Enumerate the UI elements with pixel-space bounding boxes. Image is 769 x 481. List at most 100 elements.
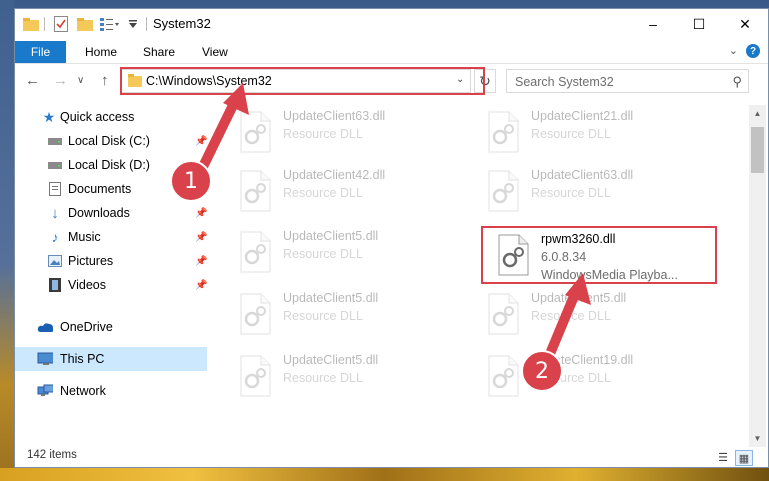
file-type: Resource DLL (283, 247, 363, 261)
minimize-button[interactable]: – (630, 9, 676, 39)
sidebar-item-label: Quick access (60, 110, 135, 124)
vertical-scrollbar[interactable]: ▲ ▼ (749, 105, 766, 447)
file-item[interactable]: UpdateClient21.dll Resource DLL (473, 105, 703, 161)
recent-locations-button[interactable]: ∨ (77, 75, 84, 86)
help-icon[interactable]: ? (746, 44, 760, 58)
pin-icon[interactable]: 📌 (195, 280, 207, 291)
search-placeholder: Search System32 (515, 75, 614, 89)
dll-file-icon (488, 111, 519, 153)
details-view-icon[interactable]: ☰ (715, 450, 731, 464)
title-bar: System32 – ☐ ✕ (15, 9, 768, 39)
explorer-window: System32 – ☐ ✕ File Home Share View ⌄ ? … (14, 8, 769, 468)
scroll-thumb[interactable] (751, 127, 764, 173)
close-button[interactable]: ✕ (722, 9, 768, 39)
properties-icon[interactable] (53, 15, 69, 33)
pictures-icon (47, 254, 63, 268)
maximize-button[interactable]: ☐ (676, 9, 722, 39)
file-name: UpdateClient21.dll (531, 109, 634, 123)
file-item[interactable]: UpdateClient5.dll Resource DLL (225, 225, 455, 281)
dll-file-icon (488, 293, 519, 335)
view-options-icon[interactable] (99, 15, 121, 33)
scroll-up-icon[interactable]: ▲ (749, 105, 766, 122)
file-item[interactable]: UpdateClient5.dll Resource DLL (225, 349, 455, 405)
dll-file-icon (240, 355, 271, 397)
desktop-background-strip (0, 468, 769, 481)
expand-ribbon-icon[interactable]: ⌄ (729, 44, 738, 57)
separator (145, 15, 147, 33)
sidebar-item-label: Network (60, 384, 106, 398)
tab-view[interactable]: View (202, 41, 228, 63)
window-title: System32 (153, 16, 211, 31)
item-count: 142 items (27, 449, 77, 461)
sidebar-item-label: Pictures (68, 254, 114, 268)
sidebar-item-label: This PC (60, 352, 105, 366)
ribbon-tabs: File Home Share View ⌄ ? (15, 39, 768, 64)
sidebar-item-pictures[interactable]: Pictures 📌 (15, 249, 207, 273)
sidebar-item-this-pc[interactable]: This PC (15, 347, 207, 371)
status-bar: 142 items ☰ ▦ (15, 447, 768, 467)
tab-share[interactable]: Share (143, 41, 175, 63)
file-name: UpdateClient5.dll (283, 353, 379, 367)
pin-icon[interactable]: 📌 (195, 256, 207, 267)
dll-file-icon (240, 231, 271, 273)
navigation-pane: ★ Quick access Local Disk (C:) 📌 Local D… (15, 105, 211, 445)
sidebar-item-videos[interactable]: Videos 📌 (15, 273, 207, 297)
sidebar-item-label: Downloads (68, 206, 130, 220)
sidebar-item-quick-access[interactable]: ★ Quick access (15, 105, 207, 129)
tab-file[interactable]: File (15, 41, 66, 63)
documents-icon (47, 182, 63, 196)
search-icon: ⚲ (732, 74, 742, 89)
pin-icon[interactable]: 📌 (195, 232, 207, 243)
pin-icon[interactable]: 📌 (195, 208, 207, 219)
drive-icon (47, 158, 63, 172)
desktop-background (0, 0, 14, 481)
star-icon: ★ (42, 108, 56, 125)
address-highlight-box (120, 67, 485, 95)
file-item[interactable]: UpdateClient5.dll Resource DLL (225, 287, 455, 343)
folder-icon (23, 15, 39, 33)
sidebar-item-label: Documents (68, 182, 132, 196)
sidebar-item-local-disk-c[interactable]: Local Disk (C:) 📌 (15, 129, 207, 153)
back-button[interactable]: ← (25, 72, 40, 89)
sidebar-item-label: Local Disk (D:) (68, 158, 150, 172)
sidebar-item-onedrive[interactable]: OneDrive (15, 315, 207, 339)
sidebar-item-downloads[interactable]: ↓ Downloads 📌 (15, 201, 207, 225)
sidebar-item-label: Music (68, 230, 101, 244)
file-type: Resource DLL (283, 186, 363, 200)
file-name: UpdateClient5.dll (283, 229, 379, 243)
download-icon: ↓ (51, 204, 59, 222)
file-type: Resource DLL (283, 371, 363, 385)
sidebar-item-label: Videos (68, 278, 106, 292)
sidebar-item-label: Local Disk (C:) (68, 134, 150, 148)
dll-file-icon (240, 293, 271, 335)
up-button[interactable]: ↑ (101, 72, 109, 89)
network-icon (37, 384, 53, 398)
dll-file-icon (488, 170, 519, 212)
new-folder-icon[interactable] (77, 15, 93, 33)
cloud-icon (37, 320, 53, 334)
scroll-down-icon[interactable]: ▼ (749, 430, 766, 447)
sidebar-item-label: OneDrive (60, 320, 113, 334)
music-icon: ♪ (51, 229, 59, 245)
file-item[interactable]: UpdateClient63.dll Resource DLL (225, 105, 455, 161)
forward-button[interactable]: → (53, 72, 68, 89)
dll-file-icon (488, 355, 519, 397)
large-icons-view-icon[interactable]: ▦ (735, 450, 753, 466)
file-item[interactable]: UpdateClient42.dll Resource DLL (225, 164, 455, 220)
file-type: Resource DLL (283, 127, 363, 141)
customize-toolbar-icon[interactable] (127, 15, 139, 33)
file-name: UpdateClient63.dll (531, 168, 634, 182)
file-type: Resource DLL (531, 127, 611, 141)
sidebar-item-network[interactable]: Network (15, 379, 207, 403)
search-box[interactable]: Search System32 ⚲ (506, 69, 749, 93)
file-item[interactable]: UpdateClient63.dll Resource DLL (473, 164, 703, 220)
tab-home[interactable]: Home (85, 41, 117, 63)
sidebar-item-music[interactable]: ♪ Music 📌 (15, 225, 208, 249)
file-highlight-box (481, 226, 717, 284)
file-name: UpdateClient63.dll (283, 109, 386, 123)
file-name: UpdateClient5.dll (283, 291, 379, 305)
step-badge-2: 2 (521, 350, 563, 392)
separator (43, 15, 45, 33)
step-badge-1: 1 (170, 160, 212, 202)
computer-icon (37, 352, 53, 366)
